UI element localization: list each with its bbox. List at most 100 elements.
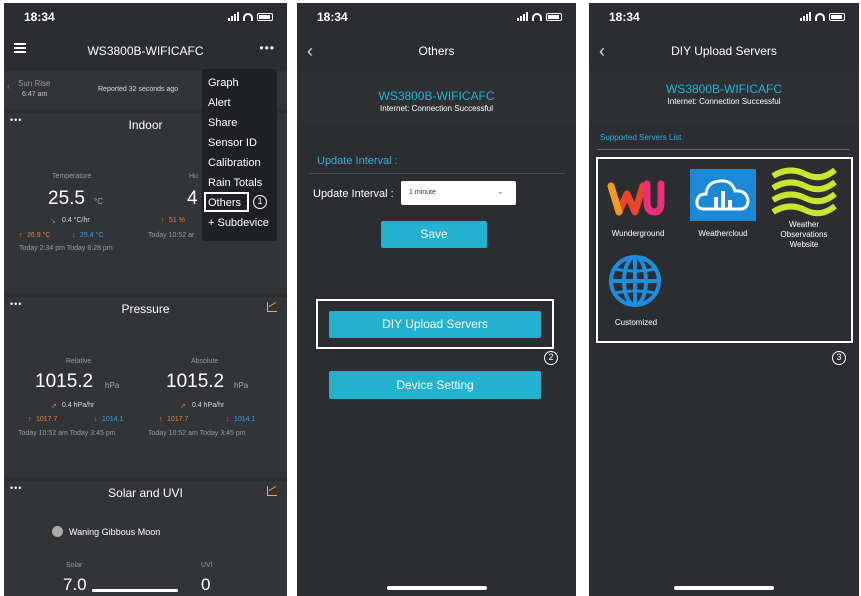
relative-label: Relative <box>66 358 92 365</box>
interval-header: Update Interval : <box>317 155 398 167</box>
main-dashboard-screen: 18:34 WS3800B-WIFICAFC ••• ‹ Sun Rise 6:… <box>4 3 287 596</box>
server-label: Wunderground <box>611 229 665 238</box>
status-icons <box>228 11 273 21</box>
temperature-label: Temperature <box>52 173 92 180</box>
absolute-min: 1014.1 <box>234 416 256 423</box>
diy-upload-servers-screen: 18:34 ‹ DIY Upload Servers WS3800B-WIFIC… <box>589 3 859 596</box>
save-button[interactable]: Save <box>381 221 487 248</box>
status-time: 18:34 <box>609 10 640 24</box>
more-options-icon[interactable]: ••• <box>259 41 275 55</box>
callout-number: 2 <box>544 351 558 365</box>
relative-unit: hPa <box>105 381 120 390</box>
pressure-header: ••• Pressure <box>4 297 287 319</box>
menu-item-alert[interactable]: Alert <box>208 97 231 109</box>
callout-number: 3 <box>832 351 846 365</box>
relative-times: Today 10:52 am Today 3:45 pm <box>18 430 116 437</box>
humidity-value: 4 <box>187 188 198 209</box>
callout-number: 1 <box>253 195 267 209</box>
interval-value: 1 minute <box>409 189 436 196</box>
max-arrow-icon: ↑ <box>28 416 32 423</box>
solar-card: ••• Solar and UVI Waning Gibbous Moon So… <box>4 481 287 596</box>
menu-item-graph[interactable]: Graph <box>208 77 239 89</box>
humidity-label: Hu <box>189 173 198 180</box>
home-indicator <box>674 586 774 590</box>
interval-select[interactable]: 1 minute ⌄ <box>401 181 516 205</box>
relative-min: 1014.1 <box>102 416 124 423</box>
trend-up-icon: ↗ <box>180 403 186 410</box>
chart-icon[interactable] <box>267 486 277 496</box>
temperature-times: Today 2:34 pm Today 6:28 pm <box>19 245 113 252</box>
relative-rate: 0.4 hPa/hr <box>62 402 95 409</box>
chart-icon[interactable] <box>267 302 277 312</box>
server-label: Weathercloud <box>698 229 748 238</box>
battery-icon <box>257 13 273 21</box>
weathercloud-logo-icon <box>690 169 756 221</box>
menu-item-share[interactable]: Share <box>208 117 237 129</box>
status-icons <box>800 11 845 21</box>
others-highlight <box>204 192 249 212</box>
menu-item-subdevice[interactable]: + Subdevice <box>208 217 269 229</box>
server-tile-wunderground[interactable]: Wunderground <box>607 172 667 240</box>
trend-up-icon: ↗ <box>51 403 57 410</box>
chevron-down-icon: ⌄ <box>496 186 504 196</box>
diy-upload-servers-button[interactable]: DIY Upload Servers <box>329 311 541 338</box>
more-options-menu: Graph Alert Share Sensor ID Calibration … <box>202 69 277 241</box>
pressure-card: ••• Pressure Relative Absolute 1015.2 hP… <box>4 297 287 477</box>
page-title: Others <box>418 44 455 58</box>
absolute-times: Today 10:52 am Today 3:45 pm <box>148 430 246 437</box>
moon-phase: Waning Gibbous Moon <box>69 527 161 537</box>
solar-label: Solar <box>66 562 83 569</box>
wifi-icon <box>243 13 253 21</box>
sunrise-label: Sun Rise <box>18 79 51 88</box>
solar-value: 7.0 <box>63 575 87 594</box>
nav-bar: ‹ DIY Upload Servers <box>589 29 859 69</box>
max-arrow-icon: ↑ <box>19 232 23 239</box>
menu-item-sensor-id[interactable]: Sensor ID <box>208 137 257 149</box>
nav-bar: WS3800B-WIFICAFC ••• <box>4 29 287 69</box>
device-name: WS3800B-WIFICAFC <box>378 89 495 103</box>
uvi-label: UVI <box>201 562 213 569</box>
solar-title: Solar and UVI <box>108 486 183 500</box>
battery-icon <box>546 13 562 21</box>
status-bar: 18:34 <box>297 3 576 29</box>
absolute-max: 1017.7 <box>167 416 189 423</box>
temperature-max: 26.9 °C <box>27 232 51 239</box>
chevron-left-icon[interactable]: ‹ <box>7 81 10 91</box>
relative-max: 1017.7 <box>36 416 58 423</box>
server-label: Weather Observations Website <box>780 220 828 249</box>
absolute-rate: 0.4 hPa/hr <box>192 402 225 409</box>
menu-item-rain-totals[interactable]: Rain Totals <box>208 177 262 189</box>
page-title: WS3800B-WIFICAFC <box>87 44 204 58</box>
signal-icon <box>517 12 528 21</box>
absolute-value: 1015.2 <box>166 371 225 392</box>
wunderground-logo-icon <box>607 180 665 216</box>
wifi-icon <box>532 13 542 21</box>
server-tile-customized[interactable]: Customized <box>607 251 669 331</box>
temperature-value: 25.5 <box>48 188 85 209</box>
server-label: Customized <box>614 318 658 327</box>
server-tile-wow[interactable]: Weather Observations Website <box>769 166 843 256</box>
temperature-unit: °C <box>94 197 103 206</box>
signal-icon <box>228 12 239 21</box>
relative-value: 1015.2 <box>35 371 94 392</box>
nav-bar: ‹ Others <box>297 29 576 69</box>
others-screen: 18:34 ‹ Others WS3800B-WIFICAFC Internet… <box>297 3 576 596</box>
moon-icon <box>52 526 63 537</box>
reported-text: Reported 32 seconds ago <box>98 86 179 93</box>
home-indicator <box>386 586 487 590</box>
device-header: WS3800B-WIFICAFC Internet: Connection Su… <box>589 71 859 123</box>
page-title: DIY Upload Servers <box>671 44 777 58</box>
absolute-unit: hPa <box>234 381 249 390</box>
interval-label: Update Interval : <box>313 188 394 200</box>
uvi-value: 0 <box>201 575 211 594</box>
pressure-title: Pressure <box>121 302 170 316</box>
sunrise-time: 6:47 am <box>22 91 48 98</box>
server-tile-weathercloud[interactable]: Weathercloud <box>690 169 756 241</box>
globe-icon <box>607 251 663 311</box>
solar-header: ••• Solar and UVI <box>4 481 287 503</box>
menu-item-calibration[interactable]: Calibration <box>208 157 261 169</box>
humidity-time: Today 10:52 ar <box>148 232 195 239</box>
device-setting-button[interactable]: Device Setting <box>329 371 541 399</box>
status-bar: 18:34 <box>589 3 859 29</box>
trend-down-icon: ↘ <box>50 218 56 225</box>
